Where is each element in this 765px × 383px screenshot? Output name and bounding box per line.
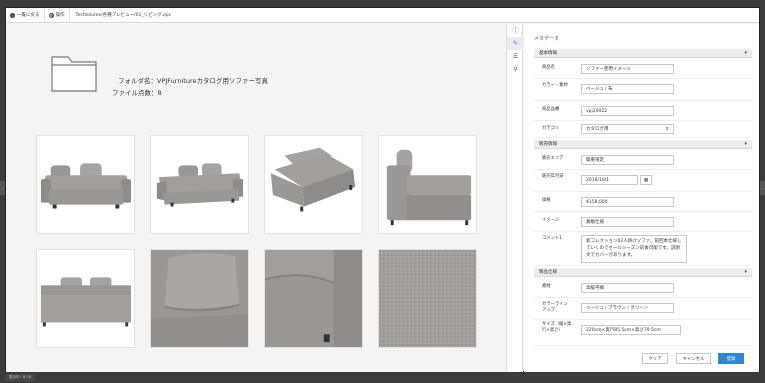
back-to-list-button[interactable]: ‹ 一覧に戻る (6, 7, 45, 23)
product-name-label: 商品名 (542, 65, 555, 70)
category-select[interactable]: カタログ用 ⇕ (581, 124, 674, 134)
prev-arrow-icon[interactable]: ‹ (0, 181, 5, 195)
app-window: ‹ 一覧に戻る ⚙ 操作 TestVolume/各種プレビュー/02_リビング.… (5, 7, 760, 372)
thumbnail-cushion-closeup[interactable] (150, 249, 249, 348)
thumbnail-sofa-angle[interactable] (150, 135, 249, 234)
row-date: 販売年月日 2016/10/1 ▦ (534, 170, 752, 192)
info-icon[interactable]: ⓘ (507, 24, 524, 37)
metadata-panel: メタデータ 基本情報 ▾ 商品名 ソファー使用イメージ カラー・素材 ベージュ … (524, 24, 759, 372)
row-product-name: 商品名 ソファー使用イメージ (534, 59, 752, 79)
material-input[interactable]: 高級平織 (581, 283, 674, 293)
preview-pane: フォルダ名：VPJFurnitureカタログ用ソファー写真 ファイル点数：8 (6, 24, 506, 372)
comment-textarea[interactable]: 新コレクション02人掛けソファ。前回本仕様していくのでセールシーズン前後可能です… (581, 235, 687, 263)
next-arrow-icon[interactable]: › (760, 181, 765, 195)
image-input[interactable]: 素敵仕様 (581, 217, 674, 227)
chevron-down-icon: ▾ (744, 50, 747, 56)
section-basic-info[interactable]: 基本情報 ▾ (534, 49, 752, 58)
cancel-button[interactable]: キャンセル (676, 353, 711, 364)
chevron-down-icon: ▾ (744, 141, 747, 147)
search-icon[interactable]: ⚲ (507, 63, 524, 76)
date-input[interactable]: 2016/10/1 (581, 175, 638, 185)
folder-icon (51, 56, 97, 92)
thumbnail-sofa-front[interactable] (36, 135, 135, 234)
colorline-input[interactable]: ベージュ / ブラウン / グリーン (581, 303, 674, 313)
thumbnail-fabric-texture[interactable] (378, 249, 477, 348)
calendar-icon[interactable]: ▦ (640, 175, 652, 185)
row-colorline: カラーラインアップ ベージュ / ブラウン / グリーン (534, 298, 752, 320)
section-basic-label: 基本情報 (539, 51, 557, 56)
size-input[interactable]: 220cm×奥行85.5cm×高さ79.5cm (581, 325, 681, 335)
image-label: イメージ (542, 218, 560, 223)
colorline-label: カラーラインアップ (542, 302, 568, 313)
actions-label: 操作 (55, 13, 65, 18)
row-product-no: 商品品番 vpj20022 (534, 101, 752, 121)
price-label: 価格 (542, 198, 551, 203)
section-sales-info[interactable]: 販売情報 ▾ (534, 140, 752, 149)
price-input[interactable]: ¥158,000 (581, 197, 674, 207)
area-label: 販売エリア (542, 156, 564, 161)
product-name-input[interactable]: ソファー使用イメージ (581, 64, 674, 74)
product-no-label: 商品品番 (542, 107, 560, 112)
gear-icon: ⚙ (48, 12, 54, 18)
clear-button[interactable]: クリア (642, 353, 668, 364)
row-area: 販売エリア 関東限定 (534, 150, 752, 170)
section-spec-label: 製品仕様 (539, 270, 557, 275)
edit-metadata-icon[interactable]: ✎ (507, 37, 524, 50)
row-comment: コメント1 新コレクション02人掛けソファ。前回本仕様していくのでセールシーズン… (534, 232, 752, 266)
row-category: カテゴリ カタログ用 ⇕ (534, 121, 752, 138)
comment-label: コメント1 (542, 236, 562, 241)
size-label: サイズ（幅×奥行×高さ） (542, 322, 572, 333)
panel-icon-strip: ⓘ ✎ ☰ ⚲ (506, 24, 524, 372)
category-value: カタログ用 (586, 127, 609, 132)
area-input[interactable]: 関東限定 (581, 155, 674, 165)
product-no-input[interactable]: vpj20022 (581, 106, 674, 116)
date-label: 販売年月日 (542, 174, 564, 179)
row-color: カラー・素材 ベージュ / 布 (534, 79, 752, 101)
back-arrow-icon: ‹ (10, 12, 15, 18)
select-arrows-icon: ⇕ (665, 126, 669, 132)
material-label: 素材 (542, 284, 551, 289)
section-sales-label: 販売情報 (539, 142, 557, 147)
thumbnail-sofa-back[interactable] (36, 249, 135, 348)
save-button[interactable]: 登録 (718, 353, 744, 364)
row-image: イメージ 素敵仕様 (534, 212, 752, 232)
status-bar: 表示中：8 / 8 (5, 374, 35, 381)
top-toolbar: ‹ 一覧に戻る ⚙ 操作 TestVolume/各種プレビュー/02_リビング.… (6, 7, 759, 23)
section-spec[interactable]: 製品仕様 ▾ (534, 268, 752, 277)
color-input[interactable]: ベージュ / 布 (581, 84, 674, 94)
row-material: 素材 高級平織 (534, 278, 752, 298)
thumbnail-seat-closeup[interactable] (264, 249, 363, 348)
row-price: 価格 ¥158,000 (534, 192, 752, 212)
thumbnail-sofa-side-angle[interactable] (264, 135, 363, 234)
chevron-down-icon: ▾ (744, 269, 747, 275)
file-count: ファイル点数：8 (112, 89, 162, 97)
row-size: サイズ（幅×奥行×高さ） 220cm×奥行85.5cm×高さ79.5cm (534, 320, 752, 346)
folder-name: フォルダ名：VPJFurnitureカタログ用ソファー写真 (118, 77, 268, 85)
back-label: 一覧に戻る (17, 13, 40, 18)
file-path: TestVolume/各種プレビュー/02_リビング.eps (75, 13, 172, 18)
category-label: カテゴリ (542, 126, 560, 131)
actions-button[interactable]: ⚙ 操作 (45, 7, 70, 23)
list-icon[interactable]: ☰ (507, 50, 524, 63)
color-label: カラー・素材 (542, 83, 568, 88)
thumbnail-sofa-profile[interactable] (378, 135, 477, 234)
metadata-title: メタデータ (534, 36, 560, 42)
